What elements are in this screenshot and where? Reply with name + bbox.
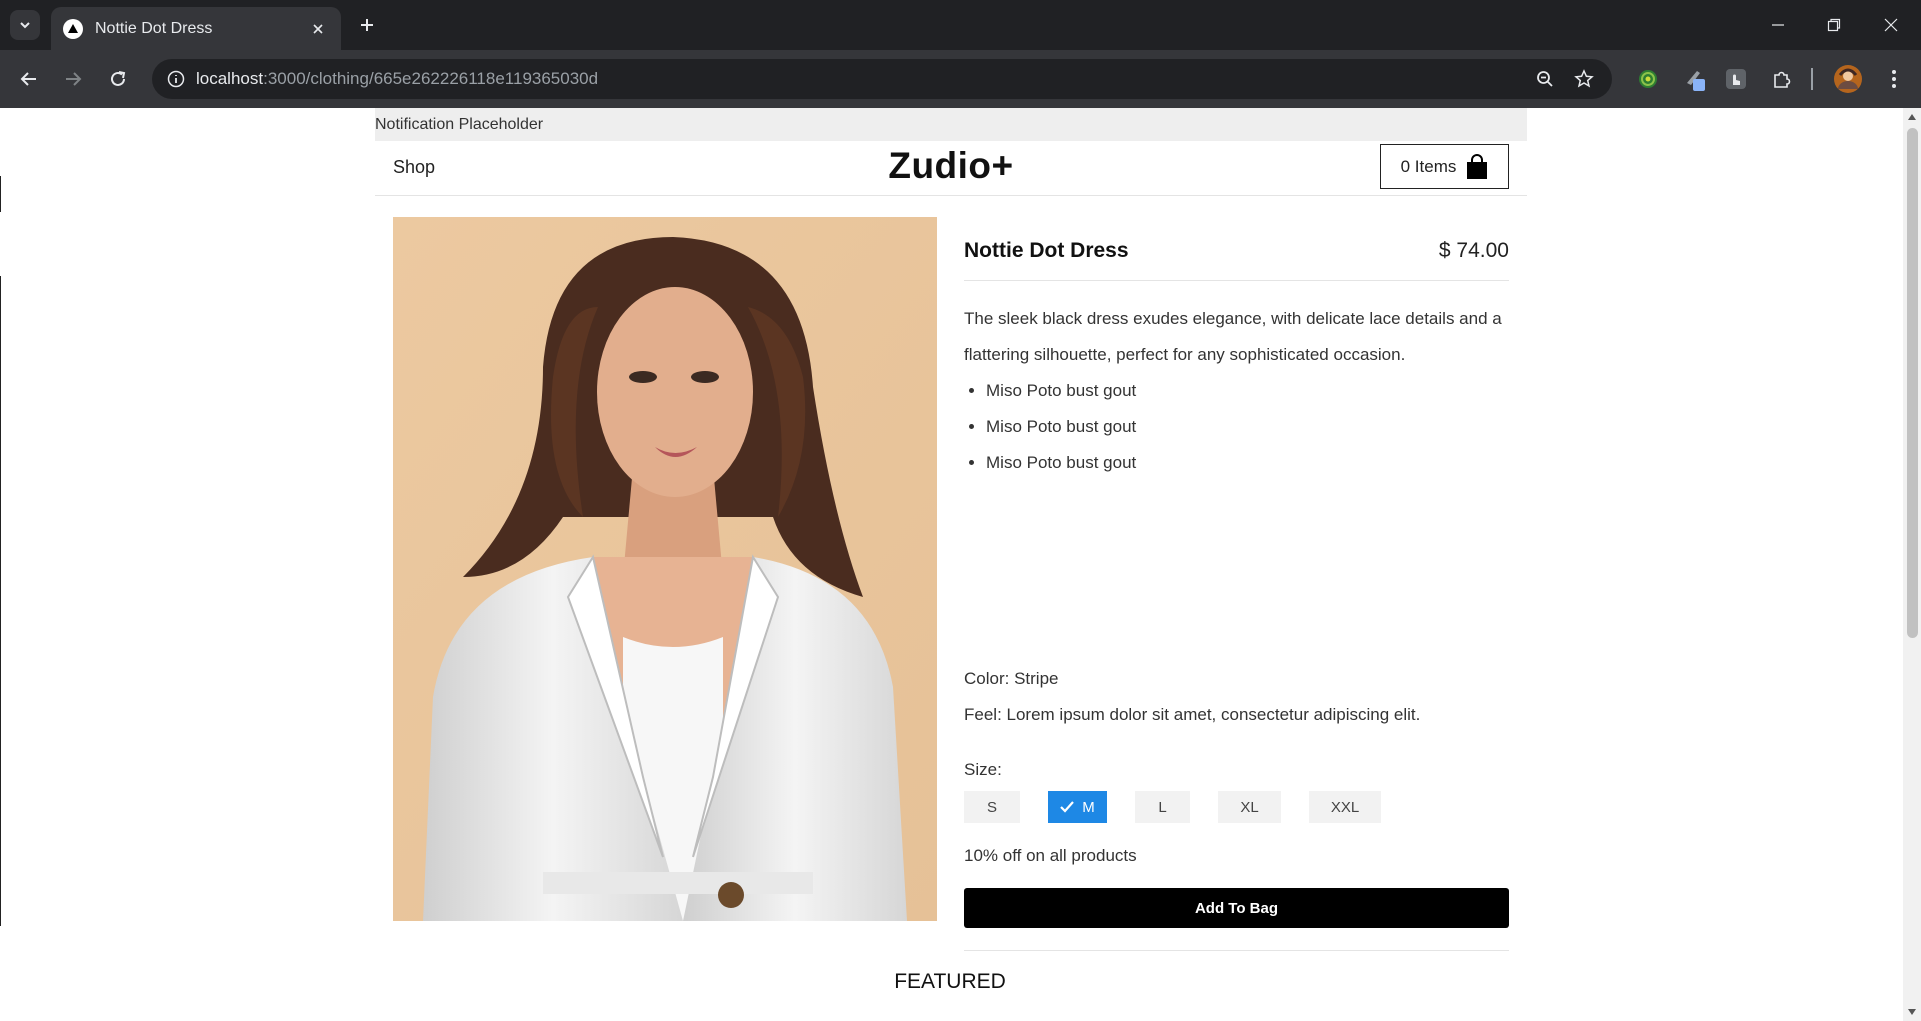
feature-item: Miso Poto bust gout [986,373,1136,409]
scroll-down-icon[interactable] [1907,1007,1917,1017]
extension-ring-icon[interactable] [1634,65,1662,93]
size-option-m[interactable]: M [1048,791,1107,823]
size-label: Size: [964,760,1002,779]
scrollbar-thumb[interactable] [1907,128,1918,638]
checkmark-icon [1060,801,1075,813]
browser-menu-icon[interactable] [1880,65,1908,93]
product-feel: Feel: Lorem ipsum dolor sit amet, consec… [964,705,1421,724]
forward-button[interactable] [56,62,90,96]
extension-pen-icon[interactable] [1681,65,1709,93]
tab-title: Nottie Dot Dress [95,19,213,37]
site-header: Shop Zudio+ 0 Items [375,141,1527,196]
site-favicon-icon [63,18,83,39]
extension-touch-icon[interactable] [1722,65,1750,93]
restore-icon [1827,18,1841,32]
arrow-left-icon [20,72,36,86]
browser-titlebar: Nottie Dot Dress [0,0,1921,50]
featured-heading: FEATURED [894,970,1006,993]
size-option-m-label: M [1082,798,1095,816]
product-title: Nottie Dot Dress [964,239,1129,262]
size-option-l[interactable]: L [1135,791,1190,823]
product-description: The sleek black dress exudes elegance, w… [964,309,1502,364]
divider [964,950,1509,951]
size-option-xl[interactable]: XL [1218,791,1281,823]
page-scrollbar[interactable] [1903,108,1921,1021]
site-info-icon[interactable] [156,59,196,99]
cart-count: 0 Items [1400,156,1457,176]
product-image [393,217,937,921]
notification-bar: Notification Placeholder [375,108,1527,141]
new-tab-button[interactable] [352,10,382,40]
shopping-bag-icon [1467,153,1488,179]
add-to-bag-button[interactable]: Add To Bag [964,888,1509,928]
back-button[interactable] [12,62,46,96]
bookmark-star-icon[interactable] [1572,67,1596,91]
extensions-puzzle-icon[interactable] [1768,65,1796,93]
cart-button[interactable]: 0 Items [1380,144,1509,189]
site-logo[interactable]: Zudio+ [375,145,1527,187]
toolbar-divider [1810,65,1814,93]
url-text: localhost:3000/clothing/665e262226118e11… [196,69,599,88]
product-features: Miso Poto bust gout Miso Poto bust gout … [986,373,1136,481]
reload-button[interactable] [101,62,135,96]
close-window-button[interactable] [1863,0,1919,50]
tab-search-button[interactable] [10,10,40,40]
zoom-icon[interactable] [1533,67,1557,91]
page-viewport: Notification Placeholder Shop Zudio+ 0 I… [0,108,1921,1021]
left-edge-line [0,276,1,926]
product-price: $ 74.00 [1438,239,1509,262]
minimize-window-button[interactable] [1750,0,1806,50]
plus-icon [361,19,373,31]
size-selector: S M L XL XXL [964,791,1409,823]
size-option-s[interactable]: S [964,791,1020,823]
browser-toolbar: localhost:3000/clothing/665e262226118e11… [0,50,1921,108]
arrow-right-icon [66,72,82,86]
profile-avatar-icon[interactable] [1834,65,1862,93]
close-tab-icon[interactable] [307,18,329,40]
feature-item: Miso Poto bust gout [986,409,1136,445]
address-bar[interactable]: localhost:3000/clothing/665e262226118e11… [152,59,1612,99]
close-icon [1884,18,1898,32]
feature-item: Miso Poto bust gout [986,445,1136,481]
reload-icon [111,71,126,86]
browser-tab-active[interactable]: Nottie Dot Dress [51,7,341,50]
restore-window-button[interactable] [1806,0,1862,50]
minimize-icon [1772,24,1784,26]
left-edge-line [0,176,1,212]
product-color: Color: Stripe [964,669,1059,688]
size-option-xxl[interactable]: XXL [1309,791,1381,823]
promo-text: 10% off on all products [964,846,1137,865]
chevron-down-icon [20,22,30,29]
scroll-up-icon[interactable] [1907,112,1917,122]
product-title-row: Nottie Dot Dress $ 74.00 [964,217,1509,281]
